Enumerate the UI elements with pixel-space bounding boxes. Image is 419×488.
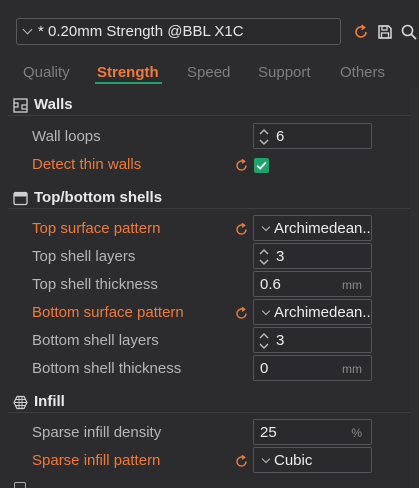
bottom-surface-pattern-value: Archimedean... <box>274 304 372 321</box>
tab-speed[interactable]: Speed <box>187 64 230 81</box>
active-tab-underline <box>95 82 162 84</box>
next-section-icon <box>14 482 26 488</box>
top-surface-pattern-value: Archimedean... <box>274 220 372 237</box>
sparse-infill-density-input[interactable]: 25 % <box>253 419 372 445</box>
chevron-down-icon <box>261 454 271 464</box>
section-title: Top/bottom shells <box>34 189 163 206</box>
detect-thin-walls-label: Detect thin walls <box>32 156 142 173</box>
bottom-shell-thickness-value: 0 <box>260 360 269 377</box>
chevron-down-icon <box>261 306 271 316</box>
section-title: Infill <box>34 393 65 410</box>
top-shell-layers-input[interactable]: 3 <box>253 243 372 269</box>
sparse-infill-density-label: Sparse infill density <box>32 424 162 441</box>
reset-value-icon[interactable] <box>234 454 249 469</box>
wall-loops-input[interactable]: 6 <box>253 123 372 149</box>
row-sparse-infill-density: Sparse infill density 25 % <box>0 419 410 447</box>
top-shell-thickness-value: 0.6 <box>260 276 281 293</box>
tab-support[interactable]: Support <box>258 64 311 81</box>
save-icon[interactable] <box>376 23 394 41</box>
bottom-shell-layers-input[interactable]: 3 <box>253 327 372 353</box>
section-title: Walls <box>34 96 73 113</box>
section-divider <box>8 115 410 116</box>
tab-others[interactable]: Others <box>340 64 385 81</box>
bottom-shell-layers-label: Bottom shell layers <box>32 332 159 349</box>
sparse-infill-pattern-dropdown[interactable]: Cubic <box>253 447 372 473</box>
section-infill: Infill <box>0 392 410 414</box>
row-top-shell-layers: Top shell layers 3 <box>0 243 410 271</box>
infill-icon <box>13 395 28 410</box>
chevron-down-icon <box>261 222 271 232</box>
section-walls: Walls <box>0 95 410 117</box>
settings-tabs: Quality Strength Speed Support Others <box>0 62 419 86</box>
top-surface-pattern-dropdown[interactable]: Archimedean... <box>253 215 372 241</box>
sparse-infill-pattern-value: Cubic <box>274 452 313 469</box>
row-sparse-infill-pattern: Sparse infill pattern Cubic <box>0 447 410 475</box>
reset-value-icon[interactable] <box>234 306 249 321</box>
unit-label: % <box>351 426 362 440</box>
settings-panel: Walls Wall loops 6 Detect thin walls Top… <box>0 88 410 488</box>
checkmark-icon <box>256 161 267 170</box>
top-shell-thickness-label: Top shell thickness <box>32 276 158 293</box>
wall-loops-label: Wall loops <box>32 128 101 145</box>
tab-quality[interactable]: Quality <box>23 64 70 81</box>
sparse-infill-pattern-label: Sparse infill pattern <box>32 452 161 469</box>
section-divider <box>8 412 410 413</box>
row-bottom-surface-pattern: Bottom surface pattern Archimedean... <box>0 299 410 327</box>
walls-icon <box>13 98 28 113</box>
section-top-bottom-shells: Top/bottom shells <box>0 188 410 210</box>
unit-label: mm <box>342 278 362 292</box>
bottom-surface-pattern-label: Bottom surface pattern <box>32 304 184 321</box>
spinner-arrows-icon[interactable] <box>258 127 270 147</box>
top-shell-layers-label: Top shell layers <box>32 248 136 265</box>
section-divider <box>8 208 410 209</box>
shells-icon <box>13 191 28 206</box>
row-bottom-shell-thickness: Bottom shell thickness 0 mm <box>0 355 410 383</box>
preset-dropdown[interactable]: * 0.20mm Strength @BBL X1C <box>16 18 341 45</box>
bottom-surface-pattern-dropdown[interactable]: Archimedean... <box>253 299 372 325</box>
spinner-arrows-icon[interactable] <box>258 247 270 267</box>
bottom-shell-thickness-input[interactable]: 0 mm <box>253 355 372 381</box>
chevron-down-icon <box>22 24 33 35</box>
scrollbar[interactable] <box>410 88 419 488</box>
preset-name: * 0.20mm Strength @BBL X1C <box>38 23 244 40</box>
row-top-surface-pattern: Top surface pattern Archimedean... <box>0 215 410 243</box>
reset-preset-icon[interactable] <box>352 23 370 41</box>
row-bottom-shell-layers: Bottom shell layers 3 <box>0 327 410 355</box>
row-detect-thin-walls: Detect thin walls <box>0 151 410 179</box>
row-wall-loops: Wall loops 6 <box>0 123 410 151</box>
tab-strength[interactable]: Strength <box>97 64 159 81</box>
reset-value-icon[interactable] <box>234 222 249 237</box>
top-shell-layers-value: 3 <box>276 248 285 265</box>
reset-value-icon[interactable] <box>234 158 249 173</box>
search-icon[interactable] <box>400 23 418 41</box>
bottom-shell-layers-value: 3 <box>276 332 285 349</box>
row-top-shell-thickness: Top shell thickness 0.6 mm <box>0 271 410 299</box>
wall-loops-value: 6 <box>276 128 285 145</box>
unit-label: mm <box>342 362 362 376</box>
spinner-arrows-icon[interactable] <box>258 331 270 351</box>
bottom-shell-thickness-label: Bottom shell thickness <box>32 360 182 377</box>
sparse-infill-density-value: 25 <box>260 424 277 441</box>
top-shell-thickness-input[interactable]: 0.6 mm <box>253 271 372 297</box>
detect-thin-walls-checkbox[interactable] <box>254 158 269 173</box>
top-surface-pattern-label: Top surface pattern <box>32 220 161 237</box>
